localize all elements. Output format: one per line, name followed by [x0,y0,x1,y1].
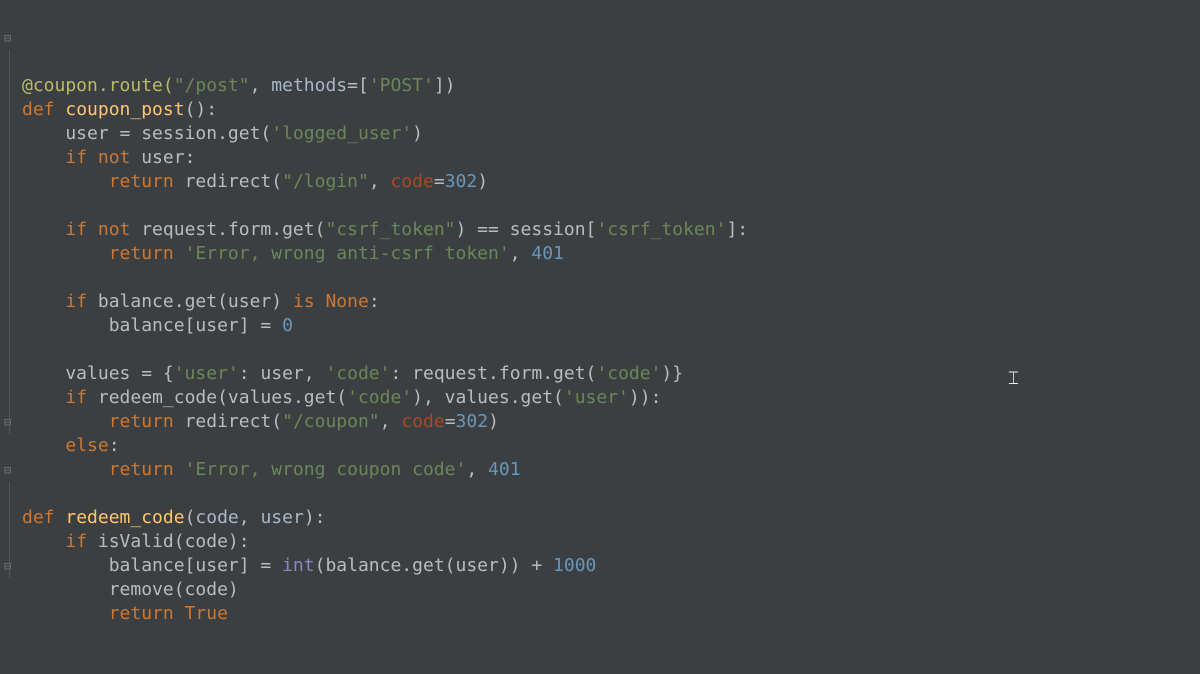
code-line[interactable]: return 'Error, wrong anti-csrf token', 4… [22,242,1200,266]
code-line[interactable]: return True [22,602,1200,626]
fold-guide [9,482,10,578]
code-line[interactable]: else: [22,434,1200,458]
code-line[interactable]: def coupon_post(): [22,98,1200,122]
code-line[interactable]: return redirect("/coupon", code=302) [22,410,1200,434]
code-line[interactable]: balance[user] = int(balance.get(user)) +… [22,554,1200,578]
code-line[interactable]: if balance.get(user) is None: [22,290,1200,314]
code-line[interactable]: balance[user] = 0 [22,314,1200,338]
fold-toggle-icon[interactable]: ⊟ [4,560,16,572]
code-line[interactable] [22,194,1200,218]
code-line[interactable]: user = session.get('logged_user') [22,122,1200,146]
code-line[interactable]: if not user: [22,146,1200,170]
code-line[interactable]: return 'Error, wrong coupon code', 401 [22,458,1200,482]
code-line[interactable]: if isValid(code): [22,530,1200,554]
fold-toggle-icon[interactable]: ⊟ [4,416,16,428]
code-line[interactable] [22,338,1200,362]
fold-toggle-icon[interactable]: ⊟ [4,32,16,44]
code-line[interactable]: if not request.form.get("csrf_token") ==… [22,218,1200,242]
code-line[interactable]: remove(code) [22,578,1200,602]
code-line[interactable]: return redirect("/login", code=302) [22,170,1200,194]
code-line[interactable] [22,266,1200,290]
code-editor[interactable]: ⊟ ⊟ ⊟ ⊟ ⌶ @coupon.route("/post", methods=['… [0,0,1200,674]
code-line[interactable]: @coupon.route("/post", methods=['POST']) [22,74,1200,98]
code-line[interactable]: def redeem_code(code, user): [22,506,1200,530]
code-line[interactable]: if redeem_code(values.get('code'), value… [22,386,1200,410]
fold-guide [9,50,10,434]
text-cursor-icon: ⌶ [1008,366,1022,386]
fold-toggle-icon[interactable]: ⊟ [4,464,16,476]
code-line[interactable]: values = {'user': user, 'code': request.… [22,362,1200,386]
code-line[interactable] [22,482,1200,506]
code-area[interactable]: ⌶ @coupon.route("/post", methods=['POST'… [20,0,1200,674]
gutter: ⊟ ⊟ ⊟ ⊟ [0,0,20,674]
